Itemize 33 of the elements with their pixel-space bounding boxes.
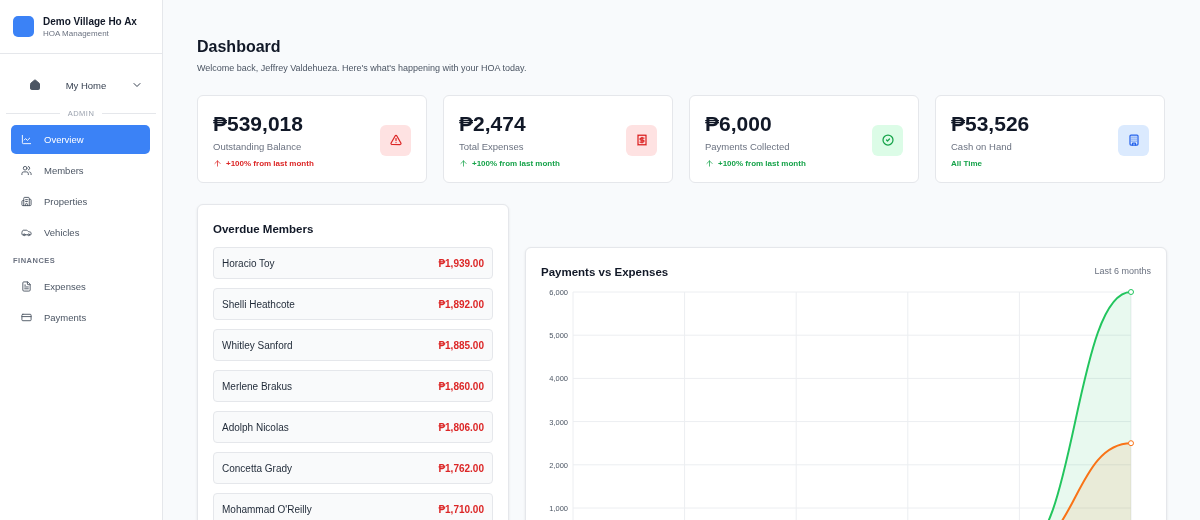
member-name: Concetta Grady: [222, 462, 293, 474]
member-name: Shelli Heathcote: [222, 298, 295, 310]
amount: ₱1,939.00: [438, 257, 484, 269]
member-name: Merlene Brakus: [222, 380, 293, 392]
stat-value: ₱6,000: [705, 112, 773, 136]
amount: ₱1,860.00: [438, 380, 484, 392]
page-title: Dashboard: [197, 38, 282, 56]
member-name: Mohammad O'Reilly: [222, 503, 312, 515]
amount: ₱1,892.00: [438, 298, 484, 310]
stat-label: Cash on Hand: [951, 141, 1013, 152]
stat-note: All Time: [951, 159, 982, 168]
panel-title: Overdue Members: [213, 223, 315, 235]
range-label: Last 6 months: [1094, 266, 1151, 276]
amount: ₱1,806.00: [438, 421, 484, 433]
stat-note: +100% from last month: [718, 159, 806, 168]
amount: ₱1,885.00: [438, 339, 484, 351]
stat-value: ₱2,474: [459, 112, 527, 136]
amount: ₱1,710.00: [438, 503, 484, 515]
stat-label: Payments Collected: [705, 141, 791, 152]
stat-note: +100% from last month: [226, 159, 314, 168]
stat-label: Total Expenses: [459, 141, 525, 152]
member-name: Whitley Sanford: [222, 339, 293, 351]
stat-note: +100% from last month: [472, 159, 560, 168]
brand-subtitle: HOA Management: [43, 28, 110, 38]
amount: ₱1,762.00: [438, 462, 484, 474]
member-name: Adolph Nicolas: [222, 421, 289, 433]
brand-name: Demo Village Ho Ax: [43, 15, 137, 27]
page-subtitle: Welcome back, Jeffrey Valdehueza. Here's what's happening with your HOA today.: [197, 63, 528, 73]
panel-title: Payments vs Expenses: [541, 266, 669, 278]
stat-value: ₱539,018: [213, 112, 304, 136]
member-name: Horacio Toy: [222, 257, 275, 269]
stat-label: Outstanding Balance: [213, 141, 303, 152]
stat-value: ₱53,526: [951, 112, 1030, 136]
